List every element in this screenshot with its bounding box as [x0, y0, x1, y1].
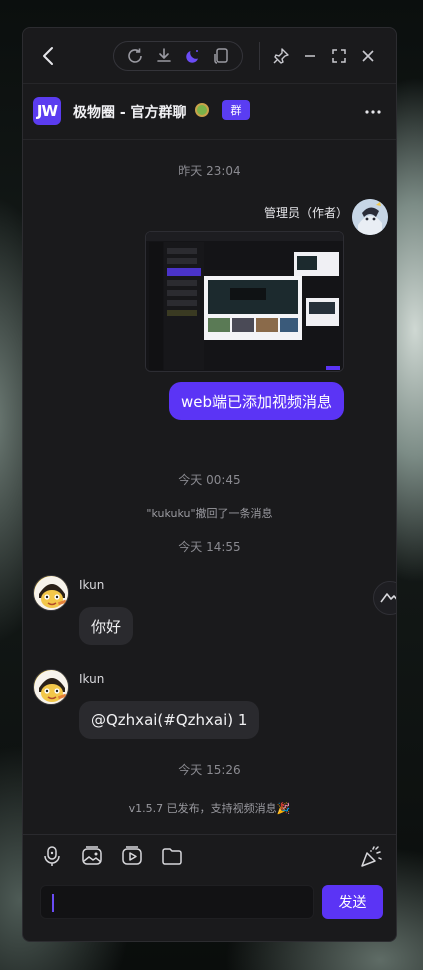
avatar[interactable] [352, 199, 388, 235]
close-icon[interactable] [358, 46, 378, 66]
folder-icon[interactable] [161, 845, 183, 867]
toolbar-pill [113, 41, 243, 71]
message-bubble-mine[interactable]: web端已添加视频消息 [168, 382, 344, 420]
avatar[interactable] [33, 669, 69, 705]
title-bar [23, 28, 396, 84]
refresh-icon[interactable] [125, 46, 145, 66]
composer-tools [41, 845, 183, 867]
sender-name: Ikun [79, 578, 105, 592]
chat-header: JW 极物圈 - 官方群聊 群 [23, 85, 396, 140]
group-badge: 群 [222, 100, 250, 120]
group-avatar[interactable]: JW [33, 97, 61, 125]
party-icon[interactable] [359, 845, 383, 869]
image-icon[interactable] [81, 845, 103, 867]
message-bubble[interactable]: 你好 [79, 607, 134, 645]
sender-name: Ikun [79, 672, 105, 686]
timestamp: 昨天 23:04 [178, 164, 241, 178]
timestamp: 今天 15:26 [178, 763, 241, 777]
mic-icon[interactable] [41, 845, 63, 867]
message-input[interactable] [40, 885, 314, 919]
scroll-float-button[interactable] [373, 581, 396, 615]
image-message[interactable] [145, 231, 344, 372]
release-notice: v1.5.7 已发布，支持视频消息🎉 [128, 802, 291, 815]
pin-icon[interactable] [271, 46, 291, 66]
message-list[interactable]: 昨天 23:04 管理员（作者） web端已添加视频消息 今天 00:45 "k… [23, 141, 396, 834]
moon-icon[interactable] [183, 46, 203, 66]
composer: 发送 [23, 834, 396, 941]
avatar[interactable] [33, 575, 69, 611]
video-icon[interactable] [121, 845, 143, 867]
mountain-icon [380, 589, 396, 608]
timestamp: 今天 14:55 [178, 540, 241, 554]
timestamp: 今天 00:45 [178, 473, 241, 487]
text-caret [52, 894, 54, 912]
maximize-icon[interactable] [329, 46, 349, 66]
window-controls [271, 46, 378, 66]
message-bubble[interactable]: @Qzhxai(#Qzhxai) 1 [79, 701, 260, 739]
minimize-icon[interactable] [300, 46, 320, 66]
kiwi-icon [195, 103, 209, 117]
back-icon[interactable] [39, 45, 59, 67]
separator [259, 42, 260, 70]
more-icon[interactable] [363, 102, 383, 122]
send-button[interactable]: 发送 [322, 885, 383, 919]
download-icon[interactable] [154, 46, 174, 66]
recall-notice: "kukuku"撤回了一条消息 [146, 507, 273, 520]
sender-name: 管理员（作者） [263, 206, 348, 220]
group-name: 极物圈 - 官方群聊 [73, 105, 187, 121]
chat-window: JW 极物圈 - 官方群聊 群 昨天 23:04 管理员（作者） web端已添加… [22, 27, 397, 942]
window-icon[interactable] [212, 46, 232, 66]
